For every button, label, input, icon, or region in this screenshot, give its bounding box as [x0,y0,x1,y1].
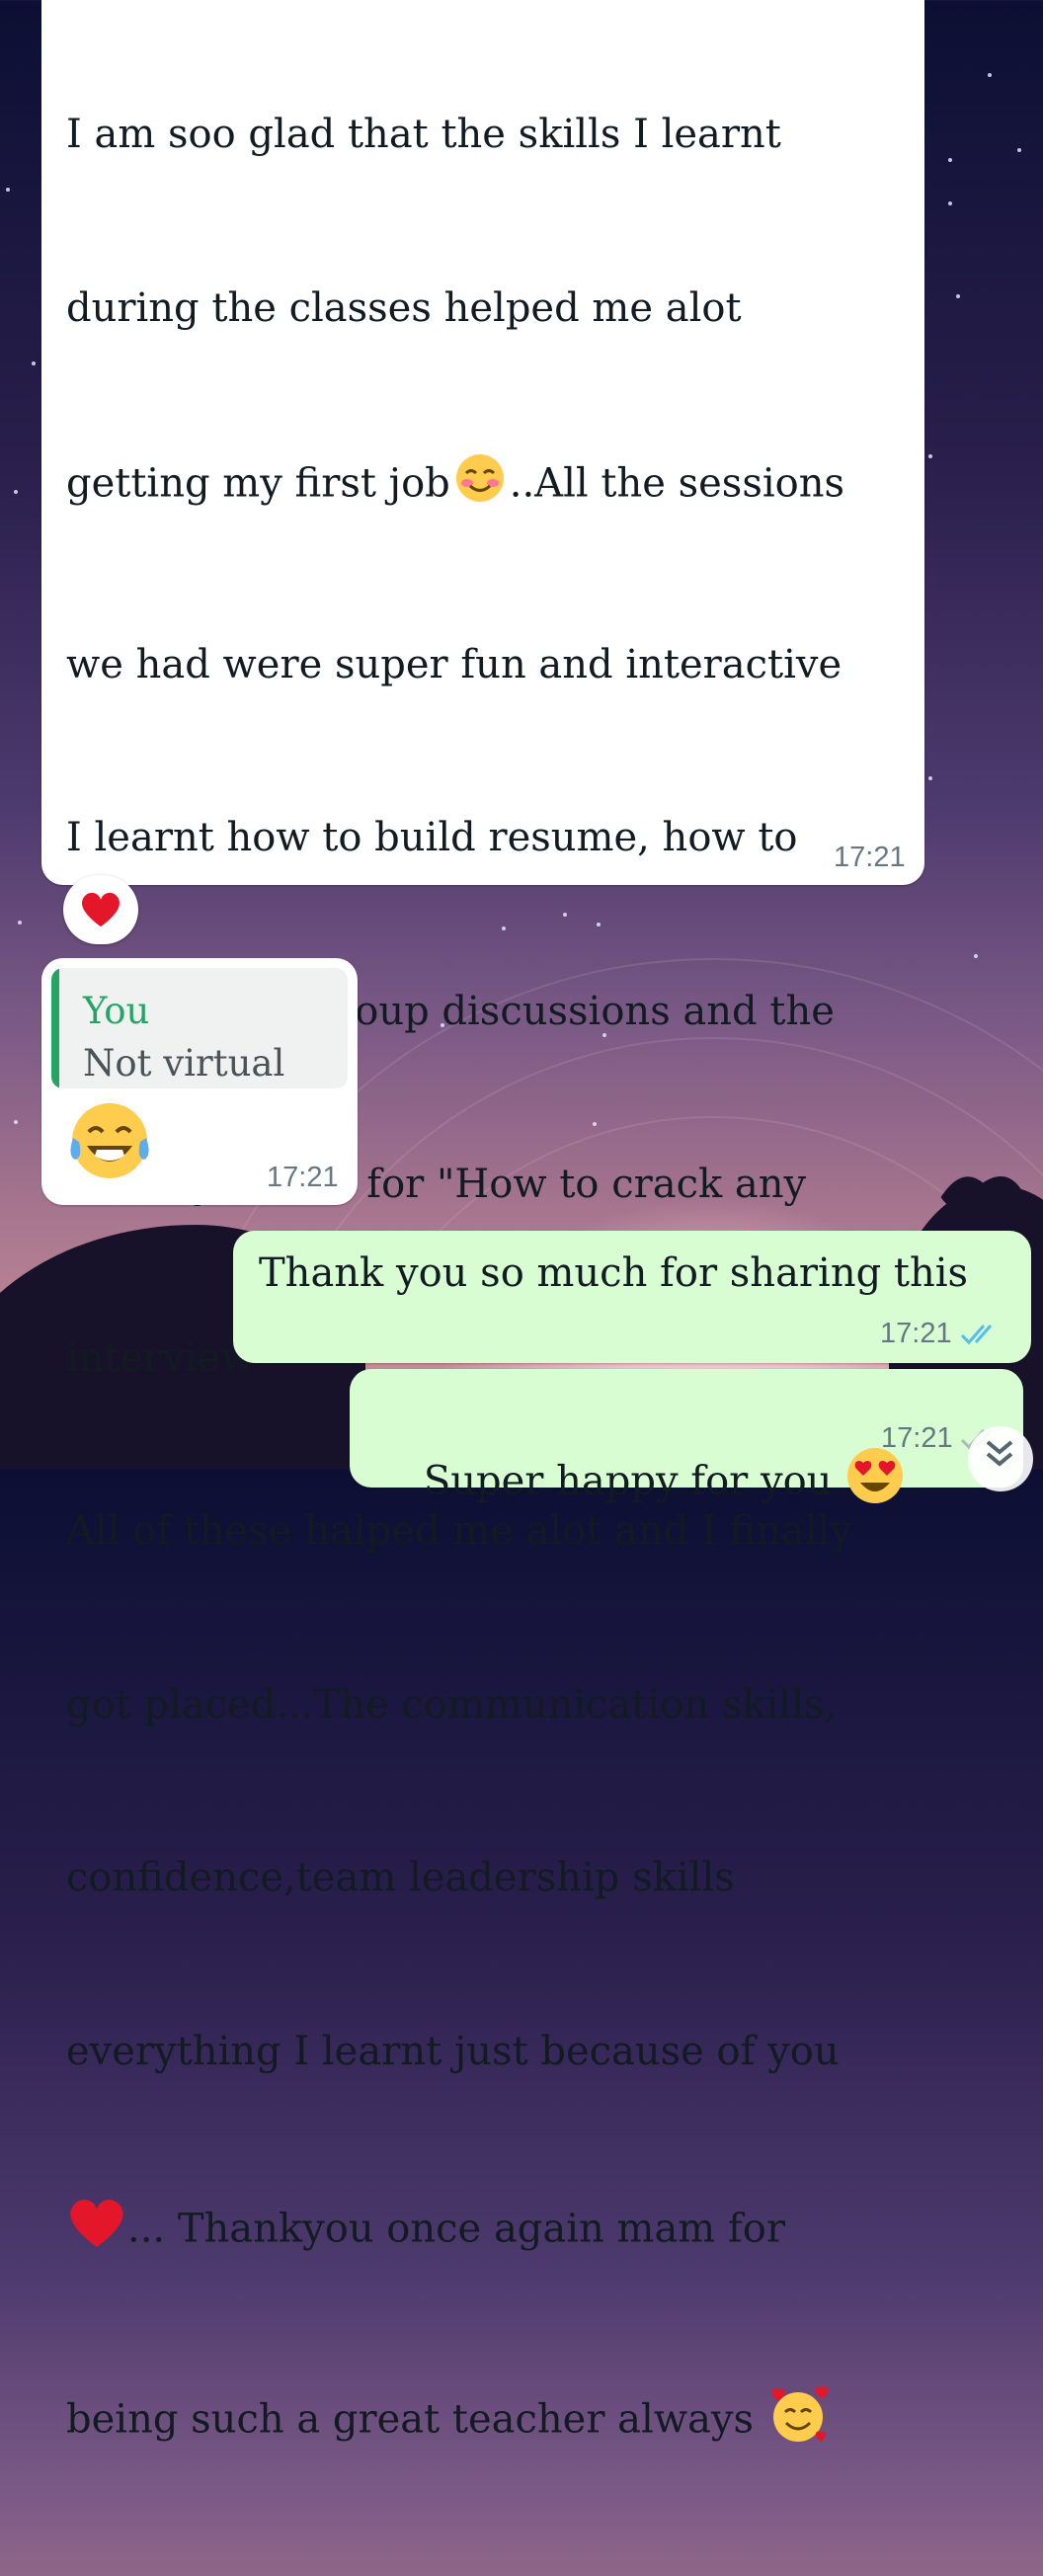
tree-icon [940,1175,1025,1233]
message-timestamp: 17:21 [881,1422,953,1454]
message-line: I am soo glad that the skills I learnt [66,112,781,157]
incoming-reply-bubble[interactable]: You Not virtual 17:21 [41,958,358,1205]
message-line: getting my first job ..All the sessions [66,452,852,521]
quoted-message[interactable]: You Not virtual [51,968,348,1088]
message-line: everything I learnt just because of you [66,2028,840,2074]
quote-author: You [83,990,150,1032]
scroll-to-bottom-button[interactable] [968,1426,1033,1491]
red-heart-icon [66,2196,127,2268]
message-line: ... Thankyou once again mam for [66,2196,852,2268]
heart-eyes-icon [844,1445,906,1523]
quote-accent-bar [51,968,59,1088]
quote-text: Not virtual [83,1042,285,1085]
message-timestamp: 17:21 [834,842,906,873]
smiling-face-icon [450,452,510,521]
double-chevron-down-icon [986,1440,1013,1467]
message-reaction[interactable] [63,875,138,944]
message-line: during the classes helped me alot [66,284,742,331]
message-timestamp: 17:21 [267,1162,339,1193]
message-text: Thank you so much for sharing this [259,1250,969,1296]
heart-icon [82,892,120,927]
message-line: confidence,team leadership skills [66,1855,735,1900]
tears-of-joy-icon [65,1098,154,1187]
smiling-face-with-hearts-icon [766,2383,830,2461]
message-line: we had were super fun and interactive [66,641,842,687]
message-line: being such a great teacher always [66,2383,852,2461]
message-text: Super happy for you [373,1387,906,1580]
message-timestamp: 17:21 [880,1318,952,1349]
message-line: got placed...The communication skills, [66,1681,838,1728]
read-receipt-icon [960,1325,993,1345]
outgoing-message-bubble[interactable]: Thank you so much for sharing this 17:21 [233,1231,1031,1363]
outgoing-message-bubble[interactable]: Super happy for you 17:21 [350,1369,1023,1503]
incoming-message-bubble[interactable]: I am soo glad that the skills I learnt d… [41,0,924,2442]
message-line: I learnt how to build resume, how to [66,815,798,860]
